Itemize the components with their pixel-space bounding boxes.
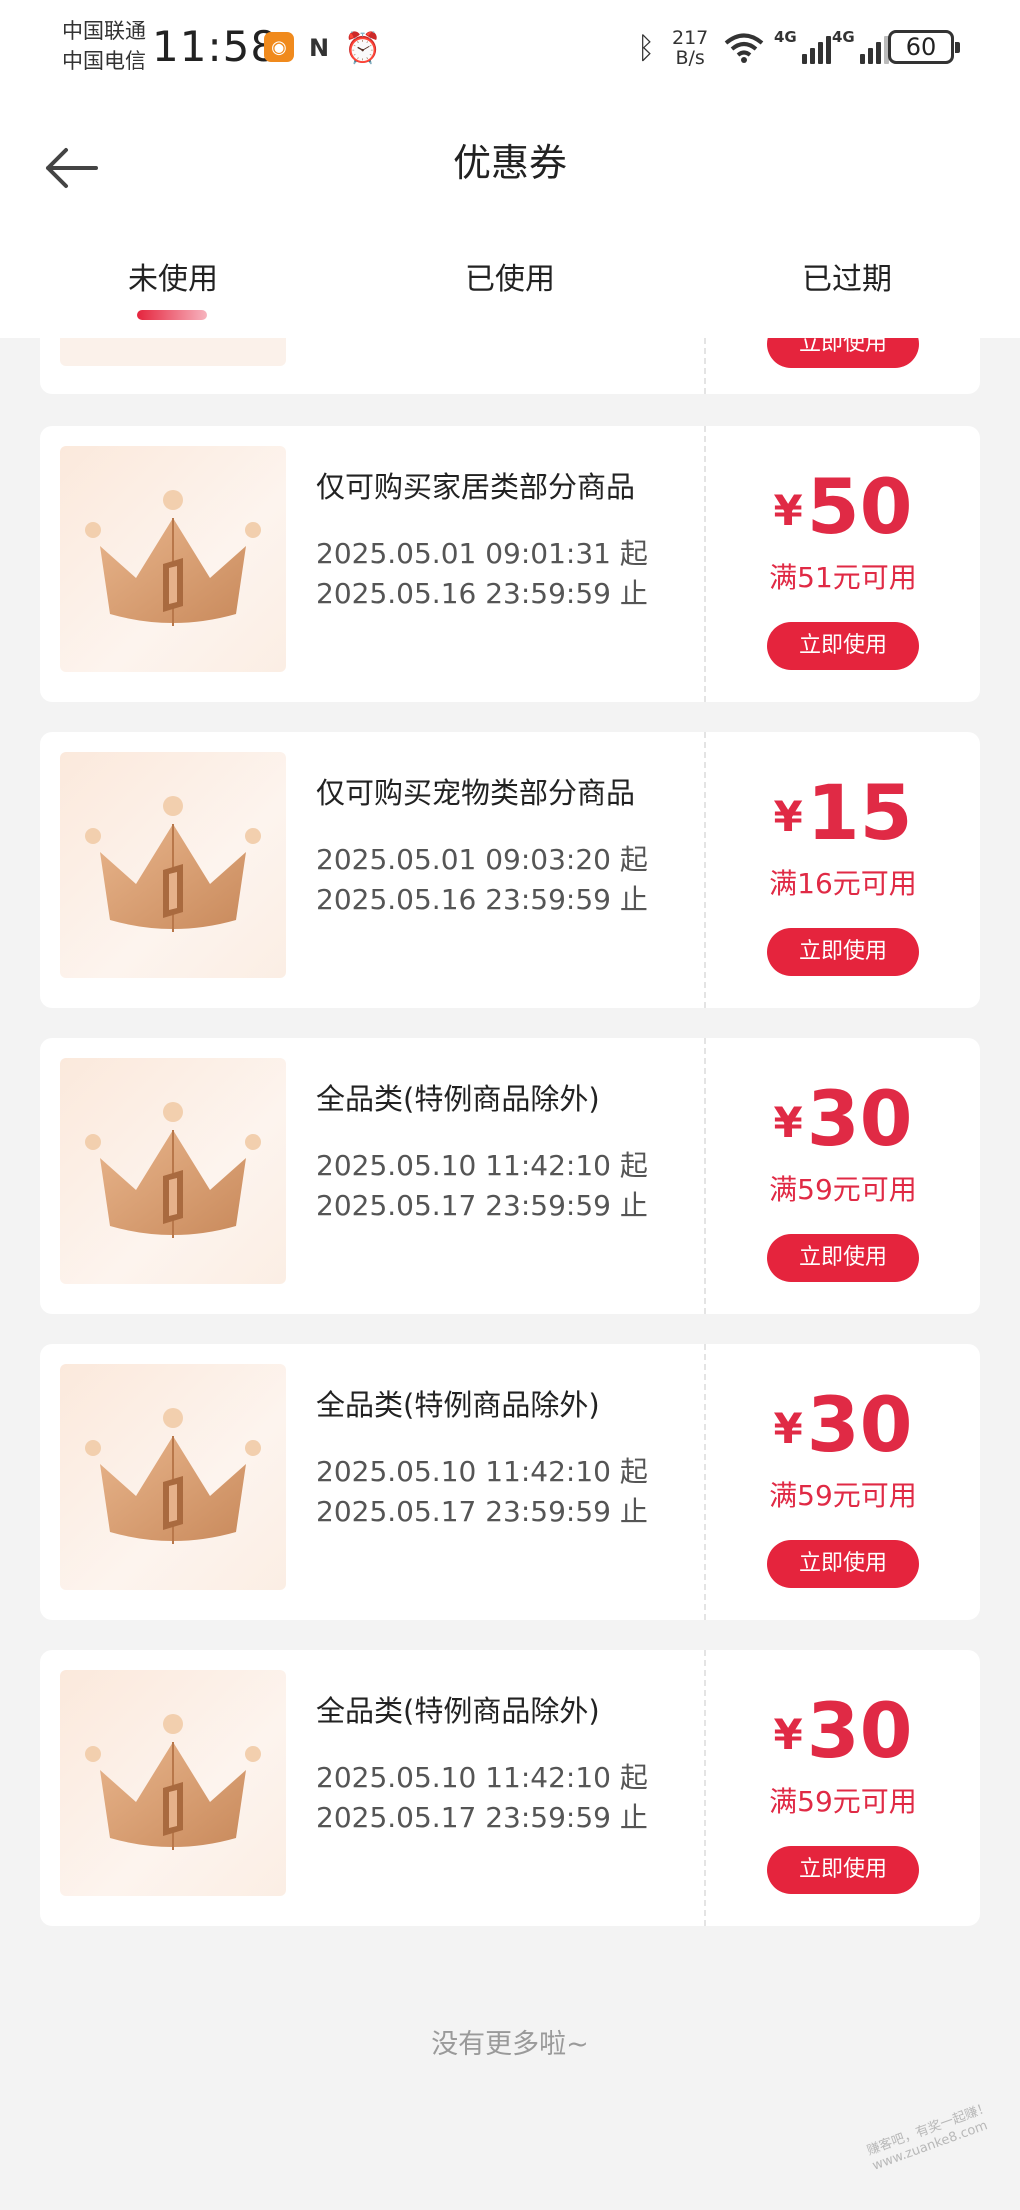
crown-icon <box>85 490 261 626</box>
coupon-start-time: 2025.05.01 09:01:31 起 <box>316 537 648 570</box>
clock: 11:58 <box>152 22 279 71</box>
amount-value: 50 <box>806 462 913 551</box>
tab-expired[interactable]: 已过期 <box>697 254 997 298</box>
coupon-condition: 满59元可用 <box>769 1785 917 1818</box>
coupon-amount: ¥30 <box>706 1688 980 1774</box>
coupon-end-time: 2025.05.17 23:59:59 止 <box>316 1495 648 1528</box>
amount-value: 30 <box>806 1074 913 1163</box>
coupon-start-time: 2025.05.10 11:42:10 起 <box>316 1455 648 1488</box>
network-type-1: 4G <box>774 28 797 46</box>
amount-value: 30 <box>806 1686 913 1775</box>
use-now-button[interactable]: 立即使用 <box>767 1846 919 1894</box>
coupon-divider <box>704 338 706 394</box>
coupon-start-time: 2025.05.10 11:42:10 起 <box>316 1761 648 1794</box>
use-now-button[interactable]: 立即使用 <box>767 928 919 976</box>
coupon-name: 仅可购买宠物类部分商品 <box>316 776 636 810</box>
currency-symbol: ¥ <box>773 792 803 841</box>
use-now-button[interactable]: 立即使用 <box>767 1540 919 1588</box>
coupon-name: 全品类(特例商品除外) <box>316 1694 600 1728</box>
crown-icon <box>85 1408 261 1544</box>
signal-1-icon: 4G <box>774 28 831 64</box>
coupon-thumbnail <box>60 446 286 672</box>
currency-symbol: ¥ <box>773 486 803 535</box>
coupon-condition: 满59元可用 <box>769 1479 917 1512</box>
coupon-name: 全品类(特例商品除外) <box>316 1388 600 1422</box>
carrier-1: 中国联通 <box>62 19 146 43</box>
tab-unused[interactable]: 未使用 <box>23 254 323 298</box>
active-tab-indicator <box>137 310 207 320</box>
crown-icon <box>85 796 261 932</box>
coupon-card: 仅可购买宠物类部分商品 2025.05.01 09:03:20 起 2025.0… <box>40 732 980 1008</box>
use-now-button[interactable]: 立即使用 <box>767 622 919 670</box>
speed-value: 217 <box>672 27 709 49</box>
status-bar: 中国联通 中国电信 11:58 ◉ N ⏰ ᛒ 217 B/s 4G 4G 60 <box>0 0 1020 96</box>
currency-symbol: ¥ <box>773 1404 803 1453</box>
currency-symbol: ¥ <box>773 1710 803 1759</box>
coupon-card: 全品类(特例商品除外) 2025.05.10 11:42:10 起 2025.0… <box>40 1650 980 1926</box>
coupon-thumbnail <box>60 752 286 978</box>
use-now-button[interactable]: 立即使用 <box>767 1234 919 1282</box>
signal-2-icon: 4G <box>832 28 889 64</box>
coupon-end-time: 2025.05.17 23:59:59 止 <box>316 1189 648 1222</box>
coupon-amount: ¥30 <box>706 1076 980 1162</box>
amount-value: 15 <box>806 768 913 857</box>
page-title: 优惠券 <box>452 141 567 185</box>
speed-unit: B/s <box>675 47 705 69</box>
coupon-card: 全品类(特例商品除外) 2025.05.10 11:42:10 起 2025.0… <box>40 1038 980 1314</box>
coupon-amount: ¥30 <box>706 1382 980 1468</box>
watermark: 赚客吧，有奖一起赚！ www.zuanke8.com <box>865 2100 993 2174</box>
carrier-2: 中国电信 <box>62 49 146 73</box>
no-more-text: 没有更多啦~ <box>431 2029 589 2060</box>
app-notification-icon: ◉ <box>264 32 294 62</box>
coupon-start-time: 2025.05.10 11:42:10 起 <box>316 1149 648 1182</box>
alarm-icon: ⏰ <box>344 30 382 66</box>
nfc-icon: N <box>308 34 330 62</box>
network-speed: 217 B/s <box>672 28 708 68</box>
coupon-end-time: 2025.05.16 23:59:59 止 <box>316 577 648 610</box>
coupon-condition: 满16元可用 <box>769 867 917 900</box>
coupon-card: 仅可购买家居类部分商品 2025.05.01 09:01:31 起 2025.0… <box>40 426 980 702</box>
coupon-condition: 满59元可用 <box>769 1173 917 1206</box>
bluetooth-icon: ᛒ <box>637 30 655 66</box>
wifi-icon <box>722 28 766 68</box>
coupon-card: 全品类(特例商品除外) 2025.05.10 11:42:10 起 2025.0… <box>40 1344 980 1620</box>
coupon-name: 仅可购买家居类部分商品 <box>316 470 636 504</box>
use-now-button[interactable]: 立即使用 <box>767 338 919 368</box>
coupon-card-partial: 立即使用 <box>40 338 980 394</box>
tab-used[interactable]: 已使用 <box>360 254 660 298</box>
coupon-end-time: 2025.05.17 23:59:59 止 <box>316 1801 648 1834</box>
coupon-thumbnail <box>60 1364 286 1590</box>
page-header: 优惠券 未使用 已使用 已过期 <box>0 96 1020 338</box>
coupon-thumbnail <box>60 1058 286 1284</box>
coupon-amount: ¥50 <box>706 464 980 550</box>
coupon-start-time: 2025.05.01 09:03:20 起 <box>316 843 648 876</box>
coupon-condition: 满51元可用 <box>769 561 917 594</box>
coupon-thumbnail <box>60 1670 286 1896</box>
crown-icon <box>85 1714 261 1850</box>
amount-value: 30 <box>806 1380 913 1469</box>
coupon-end-time: 2025.05.16 23:59:59 止 <box>316 883 648 916</box>
coupon-thumbnail <box>60 338 286 366</box>
coupon-amount: ¥15 <box>706 770 980 856</box>
crown-icon <box>85 1102 261 1238</box>
currency-symbol: ¥ <box>773 1098 803 1147</box>
coupon-tabs: 未使用 已使用 已过期 <box>0 254 1020 314</box>
battery-icon: 60 <box>888 30 960 64</box>
network-type-2: 4G <box>832 28 855 46</box>
coupon-name: 全品类(特例商品除外) <box>316 1082 600 1116</box>
carrier-labels: 中国联通 中国电信 <box>62 16 146 76</box>
